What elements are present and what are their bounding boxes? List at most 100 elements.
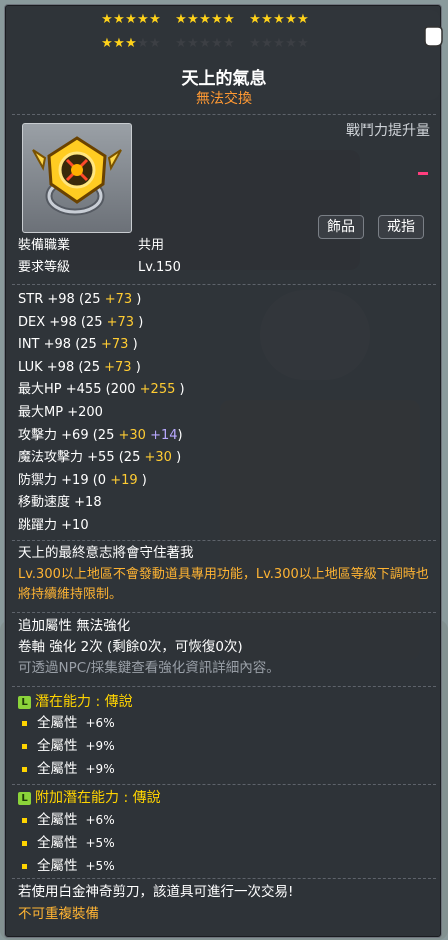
stat-label: 攻擊力 <box>18 427 58 443</box>
potential-stat-value: +5% <box>85 836 115 850</box>
star-empty-icon: ★ <box>261 36 273 51</box>
stat-label: 最大MP <box>18 405 64 420</box>
potential-stat-label: 全屬性 <box>37 715 78 731</box>
star-empty-icon: ★ <box>187 36 199 51</box>
star-group: ★ ★ ★ ★ ★ <box>249 13 309 27</box>
stat-row: 魔法攻擊力 +55 (25 +30 ) <box>18 448 181 468</box>
req-level-value: Lv.150 <box>138 260 181 275</box>
stat-label: STR <box>18 292 44 307</box>
stat-row: 攻擊力 +69 (25 +30 +14) <box>18 426 183 446</box>
divider <box>12 784 436 785</box>
stat-row: 跳躍力 +10 <box>18 516 89 536</box>
star-force-row-2: ★ ★ ★ ★ ★ ★ ★ ★ ★ ★ ★ ★ ★ ★ ★ <box>101 37 323 51</box>
stat-row: INT +98 (25 +73 ) <box>18 335 138 355</box>
divider <box>12 114 436 115</box>
potential-title: 潛在能力 : 傳說 <box>35 694 133 710</box>
star-filled-icon: ★ <box>211 12 223 27</box>
potential-stat-value: +9% <box>85 739 115 753</box>
star-group: ★ ★ ★ ★ ★ <box>175 13 235 27</box>
stat-total: +19 <box>61 472 89 488</box>
star-filled-icon: ★ <box>175 12 187 27</box>
potential-stat-value: +9% <box>85 762 115 776</box>
stat-total: +98 <box>46 359 75 375</box>
req-level-label: 要求等級 <box>18 260 71 275</box>
category-tag-accessory: 飾品 <box>318 215 364 239</box>
item-name: 天上的氣息 <box>181 69 267 89</box>
star-empty-icon: ★ <box>273 36 285 51</box>
potential-stat-value: +6% <box>85 716 115 730</box>
stat-total: +55 <box>87 450 115 466</box>
star-empty-icon: ★ <box>249 36 261 51</box>
stat-base: (0 <box>92 472 107 488</box>
star-empty-icon: ★ <box>149 36 161 51</box>
potential-header: L 潛在能力 : 傳說 <box>18 692 133 712</box>
scroll-upgrade-info: 卷軸 強化 2次 (剩餘0次，可恢復0次) <box>18 639 243 655</box>
potential-stat-value: +5% <box>85 859 115 873</box>
stat-bonus: +30 <box>144 450 172 466</box>
star-empty-icon: ★ <box>223 36 235 51</box>
stat-bonus: +30 <box>118 427 146 443</box>
potential-stat-label: 全屬性 <box>37 738 78 754</box>
stat-base: (25 <box>78 292 101 307</box>
unique-equip-notice: 不可重複裝備 <box>18 906 99 922</box>
star-filled-icon: ★ <box>261 12 273 27</box>
star-filled-icon: ★ <box>187 12 199 27</box>
stat-base: (25 <box>92 427 115 443</box>
stat-label: LUK <box>18 359 43 375</box>
potential-line: 全屬性 +9% <box>22 736 115 756</box>
category-tag-ring: 戒指 <box>378 215 424 239</box>
stat-row: DEX +98 (25 +73 ) <box>18 313 143 333</box>
stat-label: 移動速度 <box>18 495 71 511</box>
stat-label: INT <box>18 337 40 353</box>
stat-total: +98 <box>49 314 77 330</box>
power-increase-label: 戰鬥力提升量 <box>346 123 430 139</box>
divider <box>12 540 436 541</box>
stat-close: ) <box>177 427 183 443</box>
potential-line: 全屬性 +9% <box>22 759 115 779</box>
req-level-row: 要求等級 Lv.150 <box>18 258 181 278</box>
stat-row: 防禦力 +19 (0 +19 ) <box>18 471 147 491</box>
stat-total: +10 <box>61 518 89 533</box>
stat-label: 防禦力 <box>18 472 58 488</box>
star-group: ★ ★ ★ ★ ★ <box>175 37 235 51</box>
additional-potential-title: 附加潛在能力 : 傳說 <box>35 790 161 806</box>
potential-stat-label: 全屬性 <box>37 858 78 874</box>
potential-stat-value: +6% <box>85 813 115 827</box>
star-filled-icon: ★ <box>101 12 113 27</box>
potential-stat-label: 全屬性 <box>37 761 78 777</box>
potential-line: 全屬性 +6% <box>22 810 115 830</box>
bullet-icon <box>22 766 27 772</box>
stat-label: 跳躍力 <box>18 518 58 533</box>
stat-row: 最大HP +455 (200 +255 ) <box>18 380 185 400</box>
trade-status: 無法交換 <box>196 91 252 107</box>
stat-base: (25 <box>78 359 100 375</box>
star-filled-icon: ★ <box>113 36 125 51</box>
legendary-badge-icon: L <box>18 695 31 709</box>
star-empty-icon: ★ <box>137 36 149 51</box>
star-filled-icon: ★ <box>297 12 309 27</box>
star-filled-icon: ★ <box>273 12 285 27</box>
scissors-notice: 若使用白金神奇剪刀，該道具可進行一次交易! <box>18 884 294 900</box>
star-filled-icon: ★ <box>137 12 149 27</box>
star-filled-icon: ★ <box>113 12 125 27</box>
item-icon-frame <box>22 123 132 233</box>
potential-stat-label: 全屬性 <box>37 812 78 828</box>
potential-line: 全屬性 +6% <box>22 713 115 733</box>
bullet-icon <box>22 863 27 869</box>
stat-total: +200 <box>67 405 103 420</box>
stat-bonus: +73 <box>104 359 132 375</box>
bullet-icon <box>22 720 27 726</box>
stat-extra-bonus: +14 <box>150 427 178 443</box>
stat-row: 移動速度 +18 <box>18 493 102 513</box>
stat-label: 最大HP <box>18 382 62 398</box>
level-restriction-note: Lv.300以上地區不會發動道具專用功能，Lv.300以上地區等級下調時也將持續… <box>18 567 429 602</box>
stat-bonus: +255 <box>139 382 176 398</box>
star-force-row-1: ★ ★ ★ ★ ★ ★ ★ ★ ★ ★ ★ ★ ★ ★ ★ <box>101 13 323 27</box>
job-row: 裝備職業 共用 <box>18 236 164 256</box>
stat-bonus: +73 <box>104 292 133 307</box>
star-filled-icon: ★ <box>125 36 137 51</box>
hand-cursor-icon <box>424 26 443 47</box>
potential-stat-label: 全屬性 <box>37 835 78 851</box>
star-filled-icon: ★ <box>199 12 211 27</box>
star-filled-icon: ★ <box>101 36 113 51</box>
